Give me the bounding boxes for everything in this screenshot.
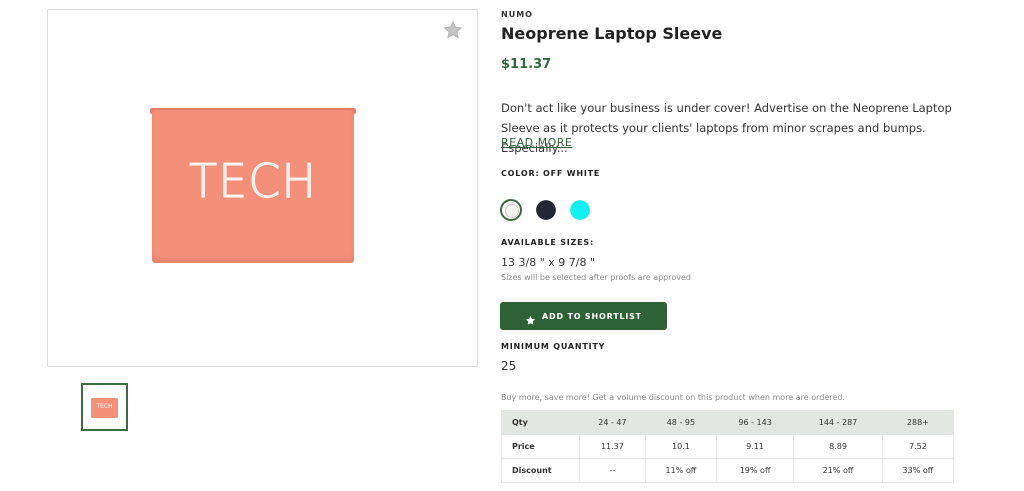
add-to-shortlist-button[interactable]: ADD TO SHORTLIST <box>500 302 667 330</box>
table-cell: 11% off <box>644 458 717 483</box>
table-cell: 24 - 47 <box>579 410 646 435</box>
color-swatch-cyan[interactable] <box>570 200 590 220</box>
size-note: Sizes will be selected after proofs are … <box>501 273 691 282</box>
table-cell: 10.1 <box>644 434 717 459</box>
favorite-star-icon[interactable] <box>443 20 463 40</box>
table-cell: Discount <box>501 458 580 483</box>
product-main-image: TECH <box>47 9 478 367</box>
table-cell: 19% off <box>715 458 795 483</box>
table-cell: 11.37 <box>579 434 646 459</box>
size-value: 13 3/8 " x 9 7/8 " <box>501 256 596 269</box>
color-swatch-navy[interactable] <box>536 200 556 220</box>
color-label: COLOR: OFF WHITE <box>501 169 601 178</box>
table-cell: 8.89 <box>793 434 883 459</box>
table-cell: 144 - 287 <box>793 410 883 435</box>
read-more-link[interactable]: READ MORE <box>501 136 572 149</box>
table-cell: 96 - 143 <box>715 410 795 435</box>
table-cell: 7.52 <box>881 434 955 459</box>
thumbnail-imprint-text: TECH <box>96 403 113 410</box>
sleeve-imprint-text: TECH <box>189 154 317 209</box>
table-cell: 33% off <box>881 458 955 483</box>
table-header-row: Qty 24 - 47 48 - 95 96 - 143 144 - 287 2… <box>501 410 955 435</box>
volume-discount-note: Buy more, save more! Get a volume discou… <box>501 393 845 402</box>
product-price: $11.37 <box>501 57 552 72</box>
table-row: Discount -- 11% off 19% off 21% off 33% … <box>501 458 955 483</box>
laptop-sleeve-graphic: TECH <box>150 108 356 263</box>
table-cell: 288+ <box>881 410 955 435</box>
minimum-quantity-value: 25 <box>501 359 517 373</box>
product-brand: NUMO <box>501 10 533 19</box>
volume-pricing-table: Qty 24 - 47 48 - 95 96 - 143 144 - 287 2… <box>501 410 955 483</box>
star-icon <box>525 311 536 325</box>
table-cell: 21% off <box>793 458 883 483</box>
product-thumbnail[interactable]: TECH <box>81 383 128 431</box>
color-swatch-off-white[interactable] <box>500 199 522 221</box>
sizes-label: AVAILABLE SIZES: <box>501 238 594 247</box>
table-cell: 9.11 <box>715 434 795 459</box>
minimum-quantity-label: MINIMUM QUANTITY <box>501 342 606 351</box>
table-cell: -- <box>579 458 646 483</box>
product-title: Neoprene Laptop Sleeve <box>501 24 723 43</box>
product-description: Don't act like your business is under co… <box>501 101 952 155</box>
add-to-shortlist-label: ADD TO SHORTLIST <box>542 311 642 321</box>
table-cell: Qty <box>501 410 580 435</box>
table-row: Price 11.37 10.1 9.11 8.89 7.52 <box>501 434 955 459</box>
table-cell: 48 - 95 <box>644 410 717 435</box>
table-cell: Price <box>501 434 580 459</box>
